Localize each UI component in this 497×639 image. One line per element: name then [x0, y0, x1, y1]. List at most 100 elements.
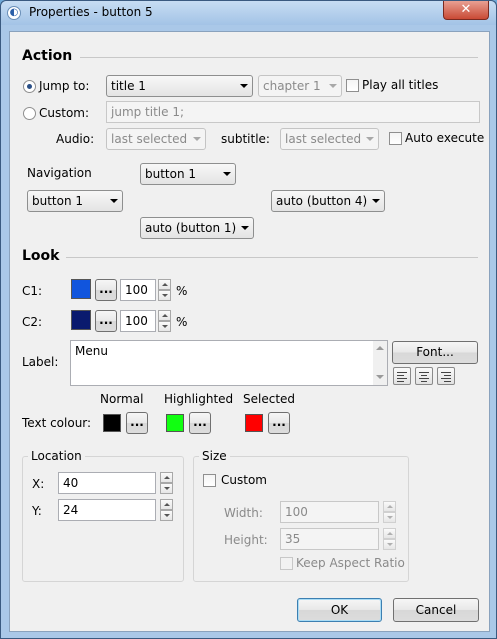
chevron-down-icon	[241, 226, 249, 230]
close-button[interactable]: ✕	[443, 1, 489, 20]
c2-pick-button[interactable]: ...	[95, 310, 117, 332]
keep-aspect-checkbox[interactable]	[280, 557, 293, 570]
subtitle-value: last selected	[285, 132, 362, 146]
normal-color-button[interactable]: ...	[126, 412, 148, 434]
chevron-down-icon	[240, 84, 248, 88]
label-textarea[interactable]: Menu	[70, 340, 388, 386]
highlighted-color-button[interactable]: ...	[189, 412, 211, 434]
normal-color-swatch	[103, 414, 121, 432]
jump-to-radio[interactable]	[23, 80, 36, 93]
align-right-icon[interactable]	[437, 367, 455, 385]
selected-color-button[interactable]: ...	[268, 412, 290, 434]
chevron-down-icon	[366, 137, 374, 141]
nav-down-value: auto (button 1)	[145, 221, 237, 235]
subtitle-combo[interactable]: last selected	[280, 128, 379, 150]
x-label: X:	[32, 477, 45, 491]
cancel-button[interactable]: Cancel	[393, 598, 479, 622]
height-label: Height:	[224, 533, 268, 547]
chevron-down-icon	[110, 199, 118, 203]
spin-down-icon[interactable]	[160, 483, 173, 494]
chevron-down-icon	[223, 172, 231, 176]
jump-chapter-value: chapter 1	[263, 79, 321, 93]
auto-execute-checkbox[interactable]	[389, 132, 402, 145]
custom-command-input[interactable]: jump title 1;	[106, 101, 480, 123]
highlighted-color-swatch	[166, 414, 184, 432]
action-section-title: Action	[22, 48, 73, 64]
c2-percent-sign: %	[176, 315, 188, 329]
scroll-down-icon[interactable]	[376, 375, 384, 379]
c2-percent-input[interactable]: 100	[120, 310, 156, 332]
spin-down-icon[interactable]	[158, 290, 171, 301]
scroll-up-icon[interactable]	[376, 346, 384, 350]
size-group-title: Size	[199, 449, 230, 463]
x-spinner[interactable]	[160, 472, 173, 494]
width-input[interactable]: 100	[280, 501, 379, 523]
play-all-titles-label: Play all titles	[362, 78, 439, 92]
c1-label: C1:	[22, 284, 43, 298]
y-input[interactable]: 24	[58, 499, 156, 521]
selected-color-swatch	[245, 414, 263, 432]
spin-up-icon[interactable]	[158, 310, 171, 321]
align-left-icon[interactable]	[393, 367, 411, 385]
c1-spinner[interactable]	[158, 279, 171, 301]
dialog-client-area: Action Jump to: title 1 chapter 1 Play a…	[9, 31, 490, 632]
spin-down-icon[interactable]	[160, 510, 173, 521]
title-bar[interactable]: ◐ Properties - button 5 ✕	[1, 1, 496, 25]
nav-down-combo[interactable]: auto (button 1)	[140, 217, 254, 239]
c2-color-swatch	[71, 310, 91, 330]
spin-up-icon[interactable]	[383, 528, 396, 539]
chevron-down-icon	[372, 199, 380, 203]
custom-size-label: Custom	[221, 473, 267, 487]
spin-down-icon[interactable]	[158, 321, 171, 332]
width-label: Width:	[224, 506, 263, 520]
custom-radio[interactable]	[23, 107, 36, 120]
look-section-title: Look	[22, 248, 60, 264]
custom-label: Custom:	[39, 106, 90, 120]
spin-up-icon[interactable]	[160, 499, 173, 510]
nav-up-combo[interactable]: button 1	[140, 163, 236, 185]
normal-label: Normal	[100, 392, 144, 406]
spin-up-icon[interactable]	[158, 279, 171, 290]
height-spinner[interactable]	[383, 528, 396, 550]
chevron-down-icon	[329, 84, 337, 88]
label-scrollbar[interactable]	[373, 341, 387, 385]
ok-button[interactable]: OK	[297, 598, 382, 622]
spin-up-icon[interactable]	[383, 501, 396, 512]
spin-down-icon[interactable]	[383, 539, 396, 550]
nav-left-value: button 1	[32, 194, 84, 208]
action-divider	[80, 57, 478, 58]
label-text: Menu	[75, 344, 108, 358]
height-input[interactable]: 35	[280, 528, 379, 550]
highlighted-label: Highlighted	[164, 392, 234, 406]
look-divider	[66, 257, 478, 258]
c1-percent-sign: %	[176, 284, 188, 298]
jump-title-combo[interactable]: title 1	[106, 75, 253, 97]
y-spinner[interactable]	[160, 499, 173, 521]
spin-down-icon[interactable]	[383, 512, 396, 523]
custom-size-checkbox[interactable]	[203, 474, 216, 487]
nav-up-value: button 1	[145, 167, 197, 181]
nav-right-value: auto (button 4)	[276, 194, 368, 208]
nav-left-combo[interactable]: button 1	[27, 190, 123, 212]
y-label: Y:	[32, 504, 42, 518]
audio-label: Audio:	[56, 132, 95, 146]
width-spinner[interactable]	[383, 501, 396, 523]
radio-selected-dot	[27, 84, 32, 89]
font-button[interactable]: Font...	[392, 341, 478, 364]
spin-up-icon[interactable]	[160, 472, 173, 483]
audio-combo[interactable]: last selected	[106, 128, 206, 150]
c1-color-swatch	[71, 279, 91, 299]
c1-pick-button[interactable]: ...	[95, 279, 117, 301]
play-all-titles-checkbox[interactable]	[346, 79, 359, 92]
align-center-icon[interactable]	[415, 367, 433, 385]
properties-window: ◐ Properties - button 5 ✕ Action Jump to…	[0, 0, 497, 639]
x-input[interactable]: 40	[58, 472, 156, 494]
auto-execute-label: Auto execute	[405, 131, 485, 145]
c1-percent-input[interactable]: 100	[120, 279, 156, 301]
chevron-down-icon	[193, 137, 201, 141]
nav-right-combo[interactable]: auto (button 4)	[271, 190, 385, 212]
window-title: Properties - button 5	[29, 5, 153, 19]
location-group-title: Location	[28, 449, 85, 463]
jump-chapter-combo[interactable]: chapter 1	[258, 75, 342, 97]
c2-spinner[interactable]	[158, 310, 171, 332]
